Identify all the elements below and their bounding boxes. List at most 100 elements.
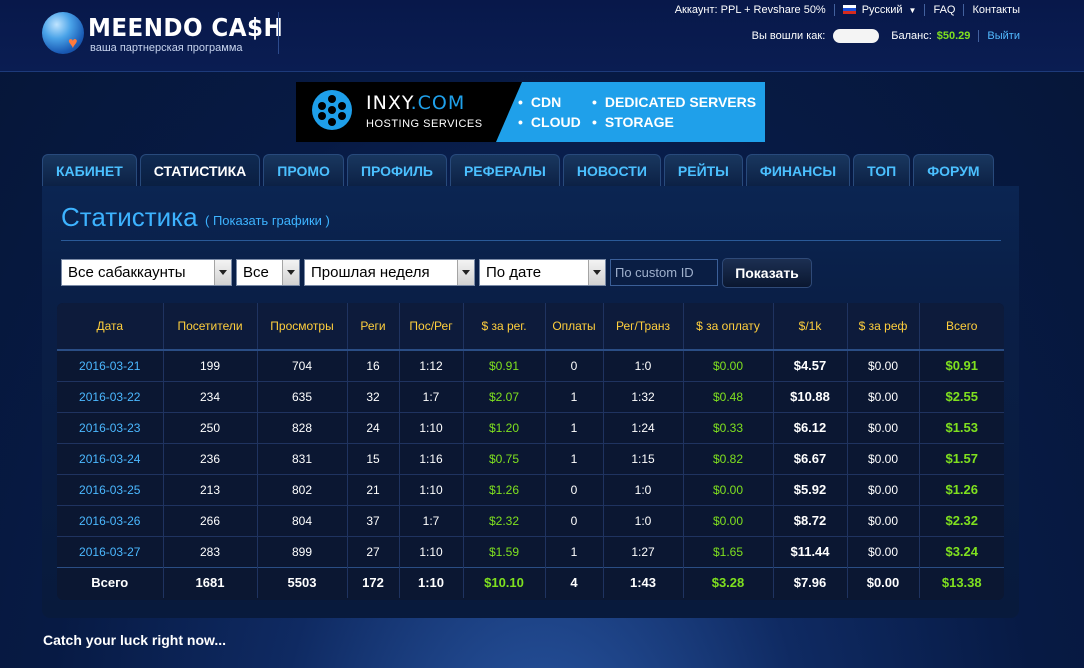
chevron-down-icon <box>214 260 231 285</box>
column-header: $ за рег. <box>463 303 546 350</box>
custom-id-input[interactable] <box>610 259 718 286</box>
faq-link[interactable]: FAQ <box>933 4 955 16</box>
header: ♥ MEENDO CA$H ваша партнерская программа… <box>0 0 1084 72</box>
table-cell: 24 <box>347 411 400 443</box>
table-cell: $0.00 <box>847 504 920 536</box>
stats-table: Дата Посетители Просмотры Реги Пос/Рег $ за р… <box>57 303 1004 600</box>
tab-top[interactable]: ТОП <box>853 154 911 186</box>
subaccount-select[interactable]: Все сабаккаунты <box>61 259 232 286</box>
ad-banner[interactable]: INXY.COM HOSTING SERVICES CDN CLOUD DEDI… <box>296 82 765 142</box>
table-cell: 1:15 <box>603 442 684 474</box>
table-cell: $1.65 <box>683 535 774 567</box>
type-select[interactable]: Все <box>236 259 300 286</box>
table-cell: 1:0 <box>603 349 684 381</box>
column-header: $/1k <box>773 303 848 350</box>
inxy-logo-icon <box>312 90 352 130</box>
period-select[interactable]: Прошлая неделя <box>304 259 475 286</box>
table-row: 2016-03-25 213 802 21 1:10 $1.26 0 1:0 $0.00 $5.9… <box>57 473 1004 505</box>
show-button[interactable]: Показать <box>722 258 812 288</box>
tab-finance[interactable]: ФИНАНСЫ <box>745 154 851 186</box>
table-cell: 1 <box>545 411 604 443</box>
divider <box>978 30 980 42</box>
logout-link[interactable]: Выйти <box>987 30 1020 42</box>
contacts-link[interactable]: Контакты <box>972 4 1020 16</box>
table-cell: 32 <box>347 380 400 412</box>
language-selector[interactable]: Русский ▼ <box>842 4 917 16</box>
tab-forum[interactable]: ФОРУМ <box>913 154 994 186</box>
table-cell: $11.44 <box>773 535 848 567</box>
total-cell: $0.00 <box>847 566 920 598</box>
banner-feature: CLOUD <box>518 114 581 130</box>
logo[interactable]: ♥ MEENDO CA$H ваша партнерская программа <box>42 12 283 58</box>
table-cell: $6.67 <box>773 442 848 474</box>
tab-news[interactable]: НОВОСТИ <box>562 154 661 186</box>
account-type: Аккаунт: PPL + Revshare 50% <box>674 4 826 16</box>
show-graphs-link[interactable]: ( Показать графики ) <box>205 213 330 228</box>
table-cell: $1.57 <box>919 442 1004 474</box>
date-link[interactable]: 2016-03-26 <box>57 504 164 536</box>
column-header: Посетители <box>163 303 258 350</box>
table-cell: $0.91 <box>463 349 546 381</box>
tab-promo[interactable]: ПРОМО <box>263 154 344 186</box>
total-cell: Всего <box>57 566 164 598</box>
table-cell: 1:0 <box>603 473 684 505</box>
table-row: 2016-03-24 236 831 15 1:16 $0.75 1 1:15 $0.82 $6.… <box>57 442 1004 474</box>
total-cell: 5503 <box>257 566 348 598</box>
language-label: Русский <box>861 4 903 16</box>
table-cell: 1 <box>545 442 604 474</box>
table-cell: $1.53 <box>919 411 1004 443</box>
total-cell: 1:10 <box>399 566 464 598</box>
username-redacted <box>833 29 880 43</box>
chevron-down-icon: ▼ <box>908 6 917 15</box>
tab-cabinet[interactable]: КАБИНЕТ <box>42 154 137 186</box>
period-value: Прошлая неделя <box>311 264 430 281</box>
table-cell: 213 <box>163 473 258 505</box>
table-cell: 899 <box>257 535 348 567</box>
column-header: Оплаты <box>545 303 604 350</box>
date-link[interactable]: 2016-03-23 <box>57 411 164 443</box>
column-header: Просмотры <box>257 303 348 350</box>
table-cell: 1 <box>545 535 604 567</box>
table-cell: $0.00 <box>847 380 920 412</box>
total-cell: 172 <box>347 566 400 598</box>
balance-label: Баланс: <box>891 30 932 42</box>
table-cell: $0.48 <box>683 380 774 412</box>
banner-brand-area: INXY.COM HOSTING SERVICES <box>296 82 522 142</box>
subaccount-value: Все сабаккаунты <box>68 264 186 281</box>
date-link[interactable]: 2016-03-25 <box>57 473 164 505</box>
table-cell: $3.24 <box>919 535 1004 567</box>
table-cell: $0.00 <box>847 535 920 567</box>
table-cell: $10.88 <box>773 380 848 412</box>
date-link[interactable]: 2016-03-21 <box>57 349 164 381</box>
banner-brand-name: INXY <box>366 92 411 114</box>
banner-feature: STORAGE <box>592 114 674 130</box>
tab-statistics[interactable]: СТАТИСТИКА <box>139 154 261 186</box>
total-cell: 1681 <box>163 566 258 598</box>
total-cell: $13.38 <box>919 566 1004 598</box>
statistics-panel: Статистика ( Показать графики ) Все саба… <box>42 186 1019 618</box>
page-title: Статистика <box>61 202 198 232</box>
column-header: Дата <box>57 303 164 350</box>
group-by-select[interactable]: По дате <box>479 259 606 286</box>
date-link[interactable]: 2016-03-27 <box>57 535 164 567</box>
tab-referrals[interactable]: РЕФЕРАЛЫ <box>449 154 560 186</box>
table-cell: 1:12 <box>399 349 464 381</box>
column-header: Всего <box>919 303 1004 350</box>
table-cell: $6.12 <box>773 411 848 443</box>
table-row: 2016-03-23 250 828 24 1:10 $1.20 1 1:24 $0.33 $6.… <box>57 411 1004 443</box>
date-link[interactable]: 2016-03-22 <box>57 380 164 412</box>
tab-profile[interactable]: ПРОФИЛЬ <box>346 154 447 186</box>
banner-tagline: HOSTING SERVICES <box>366 118 483 130</box>
table-cell: 1:27 <box>603 535 684 567</box>
table-cell: $1.59 <box>463 535 546 567</box>
logged-in-label: Вы вошли как: <box>751 30 826 42</box>
table-cell: 831 <box>257 442 348 474</box>
banner-brand-suffix: .COM <box>410 92 466 114</box>
table-cell: 1 <box>545 380 604 412</box>
column-header: Реги <box>347 303 400 350</box>
table-row: 2016-03-27 283 899 27 1:10 $1.59 1 1:27 $1.65 $11… <box>57 535 1004 567</box>
group-by-value: По дате <box>486 264 542 281</box>
tab-rates[interactable]: РЕЙТЫ <box>663 154 743 186</box>
date-link[interactable]: 2016-03-24 <box>57 442 164 474</box>
divider <box>963 4 965 16</box>
